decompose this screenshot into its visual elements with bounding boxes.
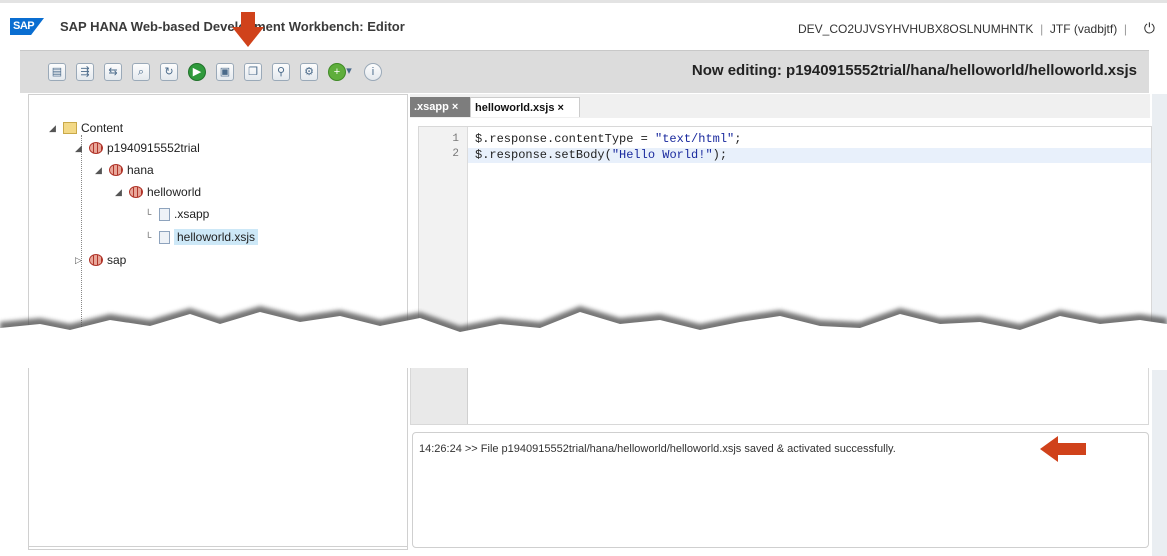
export-icon[interactable]: ⇆ xyxy=(104,63,122,81)
search-replace-icon[interactable]: ⌕ xyxy=(132,63,150,81)
line-number: 2 xyxy=(452,148,459,160)
tree-node-hana-package[interactable]: ◢ hana xyxy=(95,163,154,177)
package-icon xyxy=(89,254,103,266)
package-icon xyxy=(109,164,123,176)
copy-icon[interactable]: ❐ xyxy=(244,63,262,81)
tab-xsapp[interactable]: .xsapp × xyxy=(410,97,470,117)
tab-helloworld-xsjs[interactable]: helloworld.xsjs × xyxy=(470,97,580,117)
sap-logo: SAP xyxy=(10,18,44,35)
tree-node-label: .xsapp xyxy=(174,207,210,221)
tree-node-content[interactable]: ◢ Content xyxy=(49,121,123,135)
code-text: ); xyxy=(712,148,728,162)
import-icon[interactable]: ⇶ xyxy=(76,63,94,81)
info-icon[interactable]: i xyxy=(364,63,382,81)
save-icon[interactable]: ▣ xyxy=(216,63,234,81)
expand-toggle-icon[interactable]: ◢ xyxy=(75,143,85,154)
tree-node-label: helloworld xyxy=(147,185,202,199)
repository-tree-panel-lower xyxy=(28,368,408,547)
system-id: DEV_CO2UJVSYHVHUBX8OSLNUMHNTK xyxy=(798,22,1034,36)
expand-toggle-icon[interactable]: ◢ xyxy=(49,123,59,134)
new-file-icon[interactable]: ▤ xyxy=(48,63,66,81)
system-info: DEV_CO2UJVSYHVHUBX8OSLNUMHNTK | JTF (vad… xyxy=(798,22,1127,36)
refresh-icon[interactable]: ↻ xyxy=(160,63,178,81)
tab-label: helloworld.xsjs xyxy=(475,102,555,114)
annotation-arrow-stem xyxy=(1056,443,1086,455)
annotation-arrow-left-icon xyxy=(1040,436,1058,462)
editing-path-label: Now editing: p1940915552trial/hana/hello… xyxy=(691,62,1137,79)
tab-label: .xsapp xyxy=(414,101,449,113)
annotation-arrow-stem xyxy=(241,12,255,28)
top-border xyxy=(0,0,1167,3)
find-icon[interactable]: ⚲ xyxy=(272,63,290,81)
header-separator-2: | xyxy=(1123,22,1127,36)
console-panel: 14:26:24 >> File p1940915552trial/hana/h… xyxy=(412,432,1149,548)
code-text: $.response.contentType = xyxy=(475,132,656,146)
header-separator: | xyxy=(1040,22,1044,36)
logout-icon[interactable]: ⏻ xyxy=(1144,20,1155,37)
code-string: "Hello World!" xyxy=(611,148,713,162)
tree-node-label: Content xyxy=(81,121,124,135)
file-icon xyxy=(159,207,170,221)
tree-node-xsjs-file[interactable]: └ helloworld.xsjs xyxy=(145,229,259,245)
tree-node-trial-package[interactable]: ◢ p1940915552trial xyxy=(75,141,200,155)
code-editor-lower xyxy=(410,368,1149,425)
tree-node-sap-package[interactable]: ▷ sap xyxy=(75,253,126,267)
code-text: ; xyxy=(734,132,742,146)
console-message: 14:26:24 >> File p1940915552trial/hana/h… xyxy=(419,443,896,455)
toolbar: ▤ ⇶ ⇆ ⌕ ↻ ▶ ▣ ❐ ⚲ ⚙ + ▾ i Now editing: p… xyxy=(20,50,1149,93)
settings-icon[interactable]: ⚙ xyxy=(300,63,318,81)
tree-node-helloworld-package[interactable]: ◢ helloworld xyxy=(115,185,201,199)
chevron-down-icon[interactable]: ▾ xyxy=(344,63,354,81)
torn-edge-divider xyxy=(0,306,1167,370)
tab-bar: .xsapp × helloworld.xsjs × xyxy=(410,94,1150,118)
tree-connector-icon: └ xyxy=(145,232,152,242)
code-line-1: $.response.contentType = "text/html"; xyxy=(475,132,741,146)
tree-node-label: sap xyxy=(107,253,127,267)
file-icon xyxy=(159,230,170,244)
annotation-arrow-down-icon xyxy=(232,27,264,47)
line-number: 1 xyxy=(452,133,459,145)
code-string: "text/html" xyxy=(655,132,735,146)
package-icon xyxy=(129,186,143,198)
tree-node-xsapp-file[interactable]: └ .xsapp xyxy=(145,207,209,221)
close-icon[interactable]: × xyxy=(558,102,564,114)
tree-node-label: p1940915552trial xyxy=(107,141,200,155)
line-number-gutter-lower xyxy=(411,368,468,424)
code-text: $.response.setBody( xyxy=(475,148,612,162)
expand-toggle-icon[interactable]: ◢ xyxy=(95,165,105,176)
user-name[interactable]: JTF (vadbjtf) xyxy=(1050,22,1117,36)
collapse-toggle-icon[interactable]: ▷ xyxy=(75,255,85,266)
tree-node-label-selected: helloworld.xsjs xyxy=(174,229,259,245)
folder-icon xyxy=(63,122,77,134)
code-line-2: $.response.setBody("Hello World!"); xyxy=(475,148,727,162)
package-icon xyxy=(89,142,103,154)
run-icon[interactable]: ▶ xyxy=(188,63,206,81)
editor-area: .xsapp × helloworld.xsjs × 1 2 $.respons… xyxy=(410,94,1152,336)
tree-connector-icon: └ xyxy=(145,209,152,219)
tree-node-label: hana xyxy=(127,163,154,177)
expand-toggle-icon[interactable]: ◢ xyxy=(115,187,125,198)
close-icon[interactable]: × xyxy=(452,101,458,113)
